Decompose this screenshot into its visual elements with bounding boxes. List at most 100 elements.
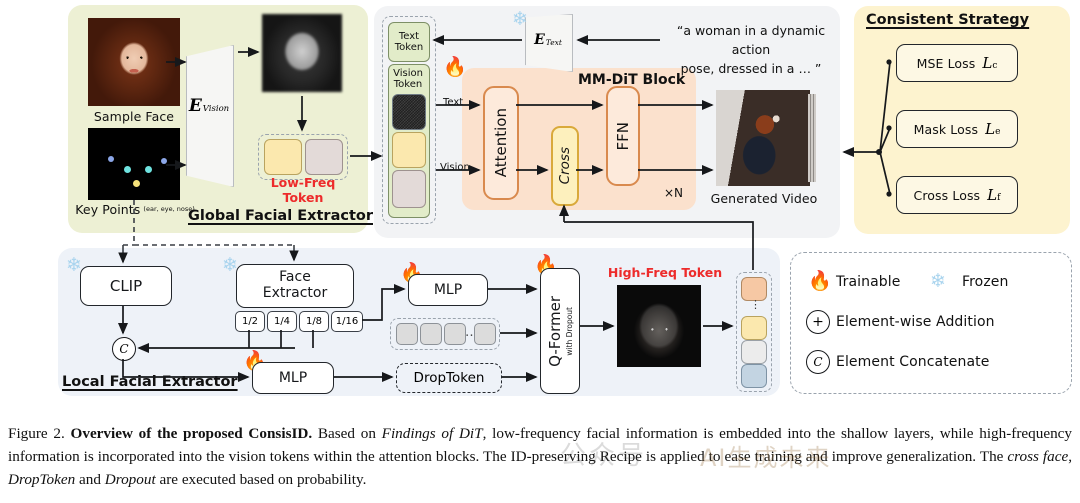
cross-loss-box: Cross Loss L f <box>896 176 1018 214</box>
cross-loss-label: Cross Loss <box>913 187 981 203</box>
mlp-bottom-label: MLP <box>278 370 308 386</box>
mm-dit-trainable-flame-icon: 🔥 <box>443 56 467 78</box>
sample-face-image <box>88 18 180 106</box>
text-token-box: Text Token <box>388 22 430 62</box>
cross-loss-subscript: f <box>997 193 1001 203</box>
scale-label-1: 1/4 <box>273 316 291 327</box>
mlp-top-label: MLP <box>433 282 463 298</box>
scale-box-eighth: 1/8 <box>299 311 329 332</box>
vision-encoder-symbol: E <box>188 96 202 116</box>
mse-loss-subscript: c <box>992 61 998 71</box>
query-token-2 <box>420 323 442 345</box>
mse-loss-box: MSE Loss L c <box>896 44 1018 82</box>
mlp-top-block: MLP <box>408 274 488 306</box>
text-encoder-frozen-snowflake-icon: ❄ <box>512 8 528 30</box>
attention-block: Attention <box>483 86 519 200</box>
output-token-blue <box>741 364 767 388</box>
figure-caption: Figure 2. Overview of the proposed Consi… <box>8 422 1072 491</box>
caption-prefix: Figure 2. <box>8 425 65 442</box>
video-frame-stack <box>808 94 816 182</box>
caption-italic-1: Findings of DiT <box>381 425 483 442</box>
global-facial-extractor-title: Global Facial Extractor <box>188 208 373 224</box>
text-stream-label: Text <box>443 97 464 108</box>
legend-addition-symbol: + <box>812 314 824 330</box>
mask-loss-subscript: e <box>995 127 1001 137</box>
mask-loss-box: Mask Loss L e <box>896 110 1018 148</box>
prompt-line-1: “a woman in a dynamic action <box>676 23 826 57</box>
low-freq-face-image <box>262 14 342 92</box>
mse-loss-symbol: L <box>982 54 993 72</box>
scale-box-sixteenth: 1/16 <box>331 311 363 332</box>
vision-token-lowfreq-yellow <box>392 132 426 168</box>
vision-token-noise-patch <box>392 94 426 130</box>
local-facial-extractor-title: Local Facial Extractor <box>62 374 238 390</box>
face-extractor-line2: Extractor <box>262 285 328 301</box>
clip-label: CLIP <box>109 277 143 295</box>
output-token-yellow <box>741 316 767 340</box>
vision-encoder-subscript: Vision <box>202 104 230 114</box>
legend-frozen-snowflake-icon: ❄ <box>930 270 946 292</box>
caption-italic-3: DropToken <box>8 471 76 489</box>
low-freq-token-2 <box>305 139 343 175</box>
legend-concatenate-label: Element Concatenate <box>836 354 990 370</box>
droptoken-block: DropToken <box>396 363 502 393</box>
vision-token-line1: Vision <box>393 68 423 79</box>
query-token-last <box>474 323 496 345</box>
face-extractor-block: Face Extractor <box>236 264 354 308</box>
legend-concatenate-icon: C <box>806 350 830 374</box>
scale-label-2: 1/8 <box>305 316 323 327</box>
caption-italic-2: cross face <box>1007 448 1069 466</box>
vision-token-lowfreq-mauve <box>392 170 426 208</box>
droptoken-label: DropToken <box>413 370 485 386</box>
generated-video-label: Generated Video <box>710 190 818 206</box>
text-encoder-symbol: E <box>534 32 545 48</box>
legend-trainable-flame-icon: 🔥 <box>808 270 832 292</box>
vision-stream-label: Vision <box>440 162 470 173</box>
text-encoder-label-group: E Text <box>520 30 576 50</box>
high-freq-token-label: High-Freq Token <box>607 264 723 280</box>
vision-encoder-label-group: E Vision <box>178 95 240 117</box>
prompt-text: “a woman in a dynamic action pose, dress… <box>666 22 836 78</box>
ffn-block: FFN <box>606 86 640 186</box>
generated-video-image <box>716 90 816 186</box>
face-extractor-line1: Face <box>279 269 311 286</box>
mask-loss-symbol: L <box>985 120 996 138</box>
caption-body-5: are executed based on probability. <box>155 471 367 489</box>
low-freq-token-label: Low-Freq Token <box>270 175 336 205</box>
caption-bold-title: Overview of the proposed ConsisID. <box>70 425 313 442</box>
legend-concatenate-symbol: C <box>813 355 823 369</box>
query-token-1 <box>396 323 418 345</box>
text-encoder-subscript: Text <box>545 38 562 47</box>
repeat-n-label: ×N <box>664 186 684 200</box>
legend-trainable-label: Trainable <box>836 274 901 290</box>
vision-token-label-group: Vision Token <box>388 66 428 92</box>
caption-body-1: Based on <box>312 425 382 442</box>
scale-box-half: 1/2 <box>235 311 265 332</box>
concat-symbol: C <box>119 342 129 356</box>
key-points-image <box>88 128 180 200</box>
figure-root: Sample Face Key Points (ear, eye, nose) … <box>0 0 1080 503</box>
cross-block: Cross <box>551 126 579 206</box>
scale-label-3: 1/16 <box>335 316 359 327</box>
consistent-strategy-title: Consistent Strategy <box>866 12 1030 28</box>
vision-token-line2: Token <box>393 79 423 90</box>
caption-body-3: , <box>1068 448 1072 466</box>
caption-body-4: and <box>75 471 105 489</box>
qformer-block: Q-Former with Dropout <box>540 268 580 394</box>
ffn-block-label: FFN <box>614 121 632 151</box>
output-token-pale <box>741 340 767 364</box>
text-token-line1: Text <box>398 31 420 42</box>
output-token-ellipsis: ⋮ <box>750 298 761 311</box>
mse-loss-label: MSE Loss <box>916 55 976 71</box>
low-freq-token-1 <box>264 139 302 175</box>
key-points-label: Key Points <box>75 201 141 217</box>
high-freq-face-image <box>617 285 701 367</box>
attention-block-label: Attention <box>492 108 510 178</box>
legend-frozen-label: Frozen <box>962 274 1009 290</box>
legend-addition-icon: + <box>806 310 830 334</box>
text-token-line2: Token <box>394 42 424 53</box>
caption-italic-4: Dropout <box>104 471 156 489</box>
qformer-label: Q-Former <box>546 295 564 367</box>
query-token-3 <box>444 323 466 345</box>
cross-loss-symbol: L <box>987 186 998 204</box>
